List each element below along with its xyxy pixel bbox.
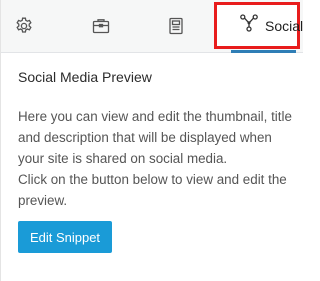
document-icon (166, 16, 186, 36)
instruction-text: Click on the button below to view and ed… (18, 172, 287, 208)
share-nodes-icon (239, 13, 259, 38)
tab-advanced[interactable] (151, 0, 201, 52)
description-text: Here you can view and edit the thumbnail… (18, 109, 292, 166)
tab-social-label: Social (265, 17, 304, 34)
sidebar-tab-bar: Social (1, 0, 303, 53)
gear-icon (14, 16, 34, 36)
tab-social[interactable]: Social (214, 2, 304, 49)
tab-schema[interactable] (76, 0, 126, 52)
edit-snippet-button[interactable]: Edit Snippet (18, 221, 112, 253)
section-heading: Social Media Preview (18, 69, 152, 85)
briefcase-icon (91, 16, 111, 36)
active-tab-indicator (231, 50, 296, 53)
tab-settings[interactable] (5, 0, 43, 52)
